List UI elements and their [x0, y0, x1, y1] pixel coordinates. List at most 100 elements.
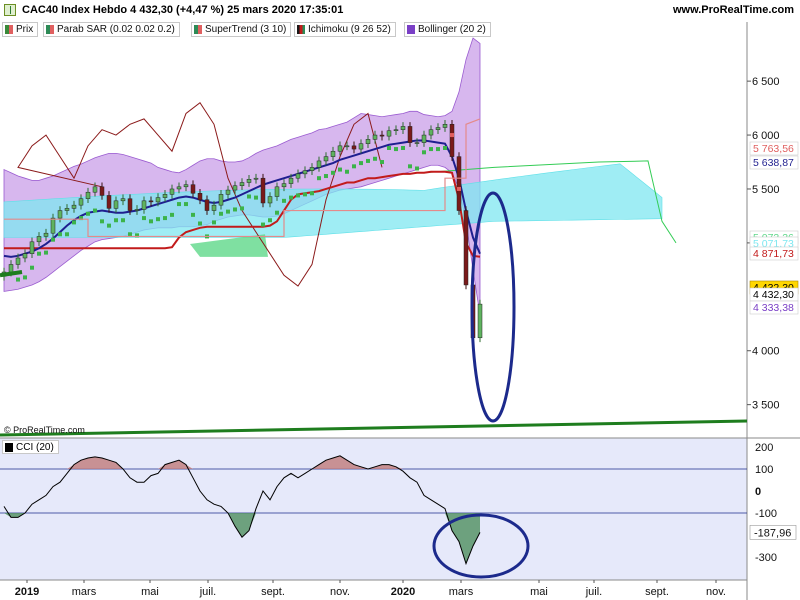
candle — [274, 186, 280, 197]
candle — [134, 209, 140, 211]
candle — [211, 204, 217, 211]
sar-dot — [177, 202, 181, 207]
candle — [225, 189, 231, 195]
y-tick-label: 6 000 — [752, 130, 780, 142]
candle — [435, 127, 441, 130]
cci-overbought-fill — [95, 456, 102, 469]
x-tick-label: mai — [141, 586, 159, 598]
sar-dot — [261, 222, 265, 227]
candle — [176, 186, 182, 190]
y-tick-label: 6 500 — [752, 76, 780, 88]
cci-value-label: -187,96 — [754, 527, 791, 539]
sar-dot — [338, 167, 342, 172]
candle — [316, 160, 322, 168]
sar-dot — [212, 220, 216, 225]
candle — [106, 195, 112, 209]
price-label: 4 432,30 — [753, 289, 794, 301]
x-tick-label: 2020 — [391, 586, 415, 598]
candle — [351, 145, 357, 150]
sar-dot — [415, 166, 419, 171]
candle — [197, 193, 203, 201]
sar-dot — [86, 211, 90, 216]
candle — [246, 179, 252, 183]
candle — [232, 185, 238, 191]
sar-dot — [107, 223, 111, 228]
candle — [267, 196, 273, 204]
cci-tick-label: 200 — [755, 442, 773, 454]
candle — [302, 170, 308, 175]
candle — [162, 194, 168, 198]
sar-dot — [324, 174, 328, 179]
x-tick-label: juil. — [585, 586, 603, 598]
price-label: 4 333,38 — [753, 302, 794, 314]
candle — [309, 167, 315, 171]
cci-tick-label: 100 — [755, 464, 773, 476]
candle — [337, 145, 343, 152]
cci-overbought-fill — [88, 456, 95, 469]
cci-legend[interactable]: CCI (20) — [2, 440, 59, 454]
sar-dot — [65, 232, 69, 237]
candle — [22, 253, 28, 259]
candle — [85, 191, 91, 199]
candle — [386, 130, 392, 137]
candle — [43, 232, 49, 237]
sar-dot — [436, 147, 440, 152]
x-tick-label: mars — [72, 586, 97, 598]
candle — [127, 198, 133, 211]
candle — [155, 197, 161, 203]
candle — [64, 208, 70, 211]
sar-dot — [100, 219, 104, 224]
sar-dot — [408, 164, 412, 169]
candle — [141, 200, 147, 210]
sar-dot — [226, 209, 230, 214]
candle — [414, 142, 420, 144]
sar-dot — [380, 160, 384, 165]
candle — [400, 126, 406, 130]
cci-oversold-fill — [11, 513, 18, 518]
candle — [78, 198, 84, 206]
sar-dot — [345, 169, 349, 174]
sar-dot — [352, 164, 356, 169]
sar-dot — [429, 147, 433, 152]
candle — [372, 134, 378, 140]
sar-dot — [114, 218, 118, 223]
candle — [449, 124, 455, 157]
sar-dot — [240, 206, 244, 211]
candle — [421, 134, 427, 143]
sar-dot — [303, 192, 307, 197]
sar-dot — [247, 194, 251, 199]
candle — [463, 210, 469, 286]
candle — [358, 143, 364, 150]
sar-dot — [51, 237, 55, 242]
candle — [169, 188, 175, 195]
candle — [477, 303, 483, 339]
candle — [15, 257, 21, 265]
candle — [50, 217, 56, 234]
candle — [253, 177, 259, 180]
cci-tick-label: -300 — [755, 552, 777, 564]
sar-dot — [44, 250, 48, 255]
sar-dot — [268, 218, 272, 223]
sar-dot — [37, 251, 41, 256]
x-tick-label: mai — [530, 586, 548, 598]
candle — [442, 124, 448, 128]
candle — [428, 129, 434, 136]
cci-tick-label: 0 — [755, 486, 761, 498]
sar-dot — [163, 216, 167, 221]
sar-dot — [30, 265, 34, 270]
candle — [281, 183, 287, 188]
sar-dot — [93, 208, 97, 213]
sar-dot — [142, 216, 146, 221]
sar-dot — [198, 221, 202, 226]
candle — [36, 236, 42, 243]
sar-dot — [457, 186, 461, 191]
y-tick-label: 4 000 — [752, 346, 780, 358]
price-label: 4 871,73 — [753, 248, 794, 260]
x-tick-label: 2019 — [15, 586, 39, 598]
candle — [330, 150, 336, 157]
candle — [183, 184, 189, 188]
cci-swatch-icon — [5, 442, 13, 452]
candle — [295, 173, 301, 179]
watermark: © ProRealTime.com — [4, 425, 85, 435]
sar-dot — [170, 212, 174, 217]
